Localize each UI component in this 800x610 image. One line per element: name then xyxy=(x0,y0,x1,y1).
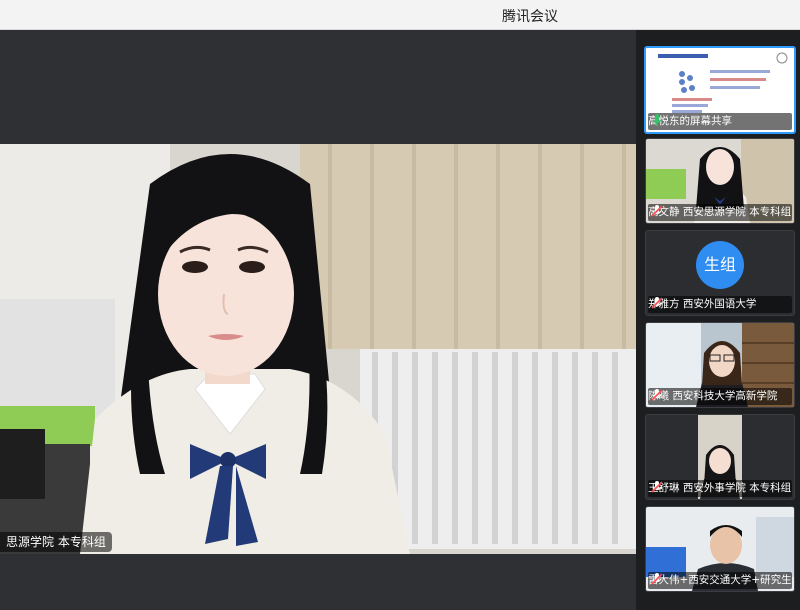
participant-tile[interactable]: 雷大伟+西安交通大学+研究生组 xyxy=(645,506,795,592)
participant-label: 陈曦 西安科技大学高新学院 xyxy=(648,388,792,405)
microphone-muted-icon xyxy=(651,297,663,309)
participant-tile-screen-share[interactable]: 高悦东的屏幕共享 xyxy=(644,46,796,134)
participant-label: 高文静 西安思源学院 本专科组 xyxy=(648,204,792,221)
participant-name: 高文静 西安思源学院 本专科组 xyxy=(648,206,792,218)
main-stage: 思源学院 本专科组 xyxy=(0,30,636,610)
participant-tile[interactable]: 陈曦 西安科技大学高新学院 xyxy=(645,322,795,408)
participant-label: 高悦东的屏幕共享 xyxy=(648,113,792,130)
participant-name: 陈曦 西安科技大学高新学院 xyxy=(648,390,778,402)
participant-tile[interactable]: 王舒琳 西安外事学院 本专科组 xyxy=(645,414,795,500)
microphone-muted-icon xyxy=(651,205,663,217)
microphone-muted-icon xyxy=(651,573,663,585)
participant-name: 王舒琳 西安外事学院 本专科组 xyxy=(648,482,792,494)
main-video-frame xyxy=(0,144,636,554)
microphone-on-icon xyxy=(652,114,662,126)
microphone-muted-icon xyxy=(651,481,663,493)
participant-tile[interactable]: 生组 郑雅方 西安外国语大学 xyxy=(645,230,795,316)
participant-sidebar: 高悦东的屏幕共享 高文静 西安思源学院 本专科组 生组 郑雅方 西安外国语大学 … xyxy=(636,30,800,610)
participant-label: 王舒琳 西安外事学院 本专科组 xyxy=(648,480,792,497)
title-bar: 腾讯会议 xyxy=(0,0,800,30)
window-title: 腾讯会议 xyxy=(502,9,558,25)
participant-tile[interactable]: 高文静 西安思源学院 本专科组 xyxy=(645,138,795,224)
main-video[interactable]: 思源学院 本专科组 xyxy=(0,144,636,554)
microphone-muted-icon xyxy=(651,389,663,401)
participant-name: 郑雅方 西安外国语大学 xyxy=(648,298,757,310)
participant-avatar: 生组 xyxy=(696,241,744,289)
participant-label: 郑雅方 西安外国语大学 xyxy=(648,296,792,313)
participant-label: 雷大伟+西安交通大学+研究生组 xyxy=(648,572,792,589)
main-video-name-label: 思源学院 本专科组 xyxy=(0,532,112,552)
participant-name: 雷大伟+西安交通大学+研究生组 xyxy=(648,574,792,586)
